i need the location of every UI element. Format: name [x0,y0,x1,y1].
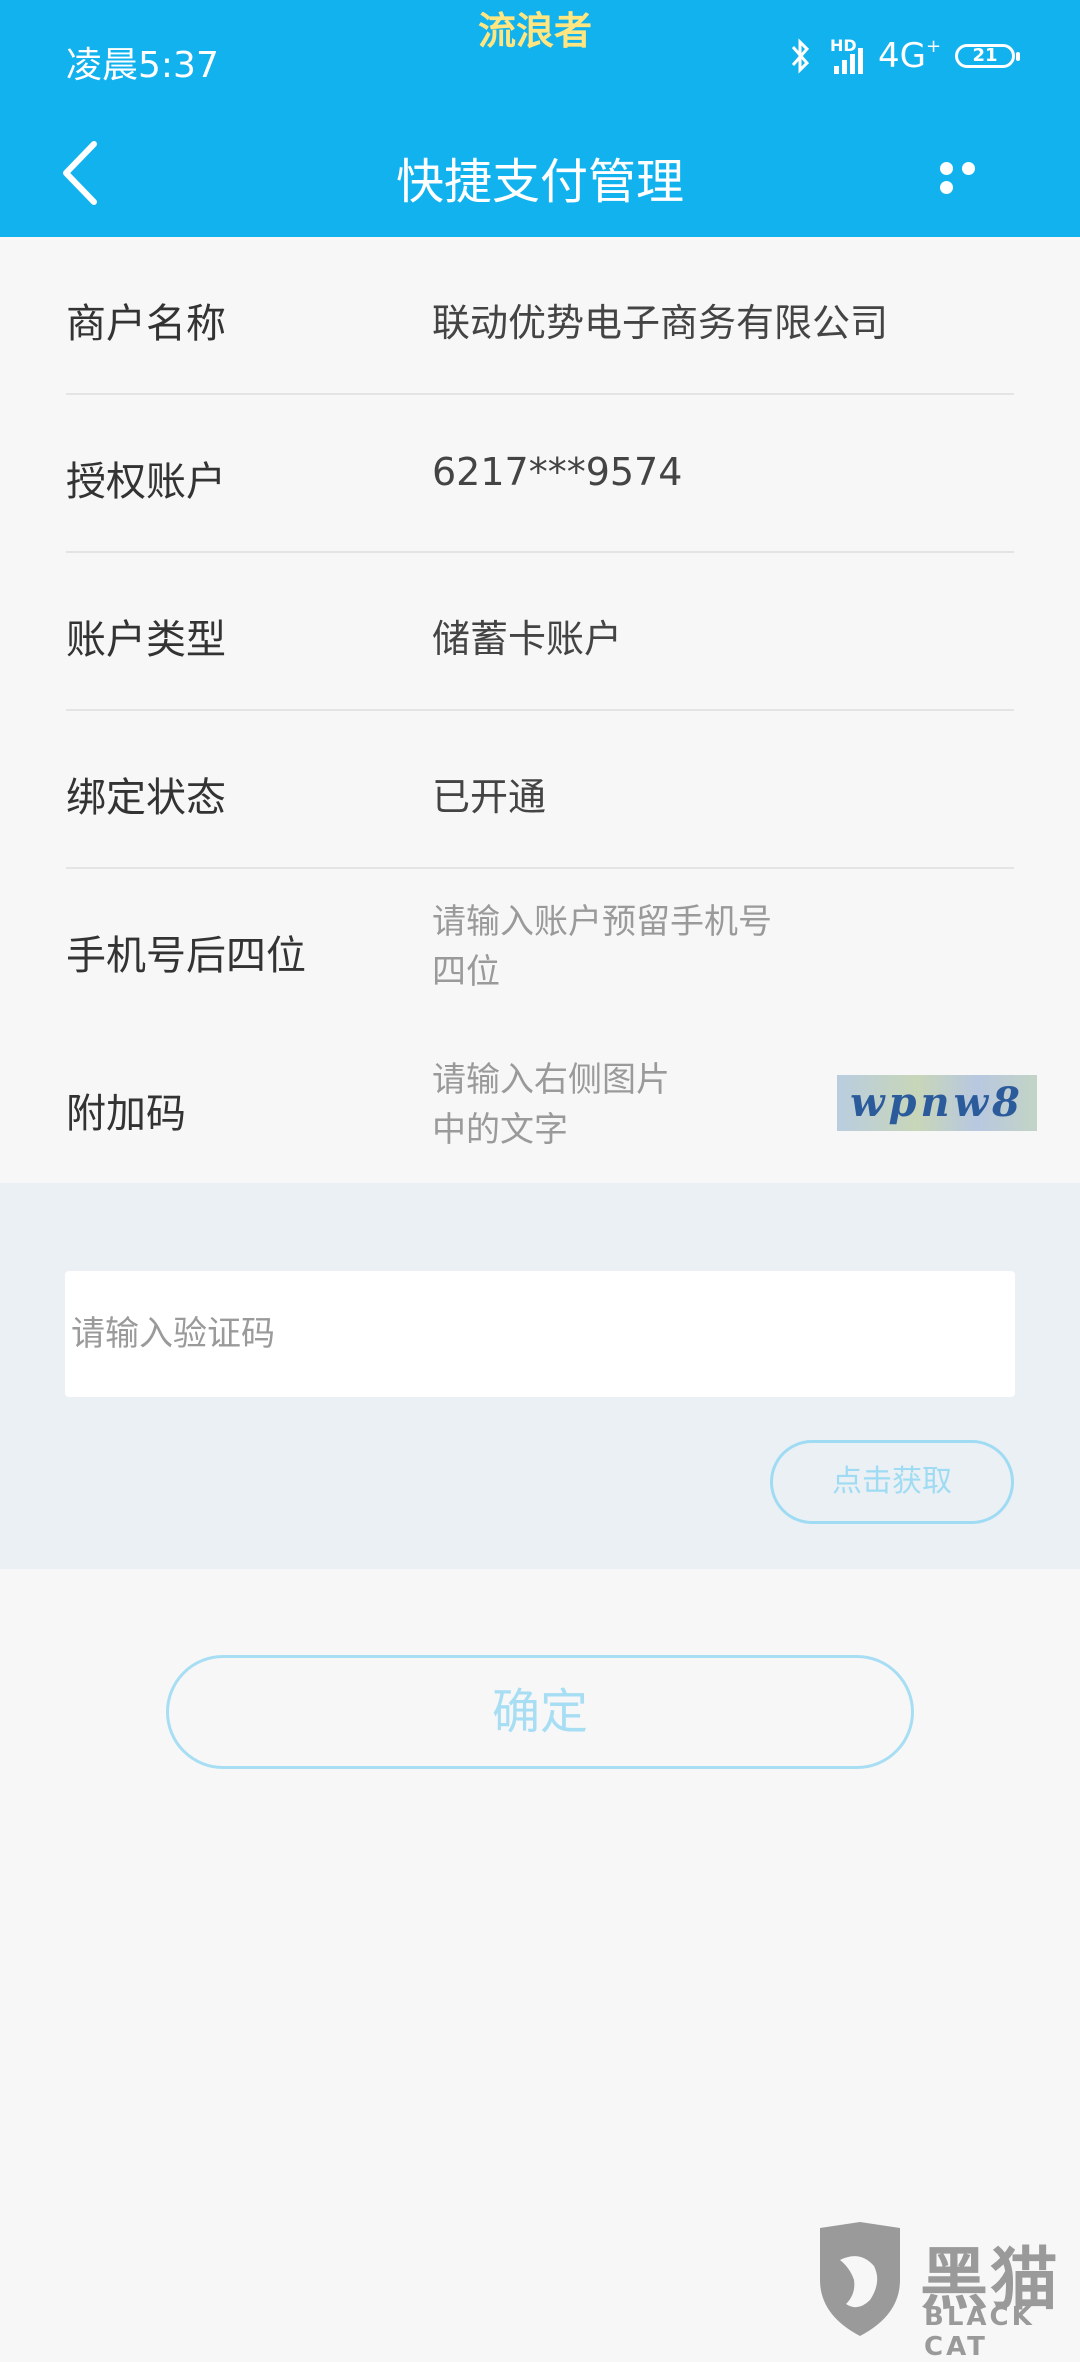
captcha-image[interactable]: wpnw8 [837,1075,1037,1131]
page-title: 快捷支付管理 [395,154,684,210]
phone-last4-row: 手机号后四位 请输入账户预留手机号 四位 [0,869,1080,1027]
black-cat-logo-icon [820,2222,900,2336]
phone-last4-input[interactable]: 请输入账户预留手机号 四位 [432,897,772,997]
bluetooth-icon [791,38,810,74]
get-code-button[interactable]: 点击获取 [770,1440,1014,1524]
signal-icon [834,48,863,74]
captcha-label: 附加码 [66,1091,186,1137]
confirm-button[interactable]: 确定 [166,1655,914,1769]
sms-code-panel: 请输入验证码 点击获取 [0,1183,1080,1569]
phone-last4-label: 手机号后四位 [66,933,306,979]
more-dots-icon [940,162,953,175]
detail-label: 商户名称 [66,301,226,347]
detail-value: 储蓄卡账户 [432,617,623,661]
detail-value: 已开通 [432,775,547,819]
status-time: 凌晨5:37 [66,45,219,86]
detail-label: 绑定状态 [66,775,226,821]
network-type: 4G+ [878,36,942,76]
sms-code-input[interactable]: 请输入验证码 [65,1271,1015,1397]
detail-row-status: 绑定状态 已开通 [0,711,1080,869]
more-options-button[interactable] [940,160,1002,194]
detail-value: 6217***9574 [432,450,683,494]
detail-value: 联动优势电子商务有限公司 [432,301,889,345]
overlay-text: 流浪者 [478,9,593,53]
detail-label: 账户类型 [66,617,226,663]
battery-icon: 21 [955,44,1020,68]
header-bar: 凌晨5:37 流浪者 HD 4G+ 21 快捷支付管理 [0,0,1080,237]
detail-row-account: 授权账户 6217***9574 [0,395,1080,553]
status-bar: 凌晨5:37 流浪者 HD 4G+ 21 [0,0,1080,110]
detail-row-merchant: 商户名称 联动优势电子商务有限公司 [0,237,1080,395]
watermark-en: BLACK CAT [924,2302,1035,2362]
detail-row-account-type: 账户类型 储蓄卡账户 [0,553,1080,711]
detail-label: 授权账户 [66,459,226,505]
captcha-input[interactable]: 请输入右侧图片 中的文字 [432,1055,670,1155]
